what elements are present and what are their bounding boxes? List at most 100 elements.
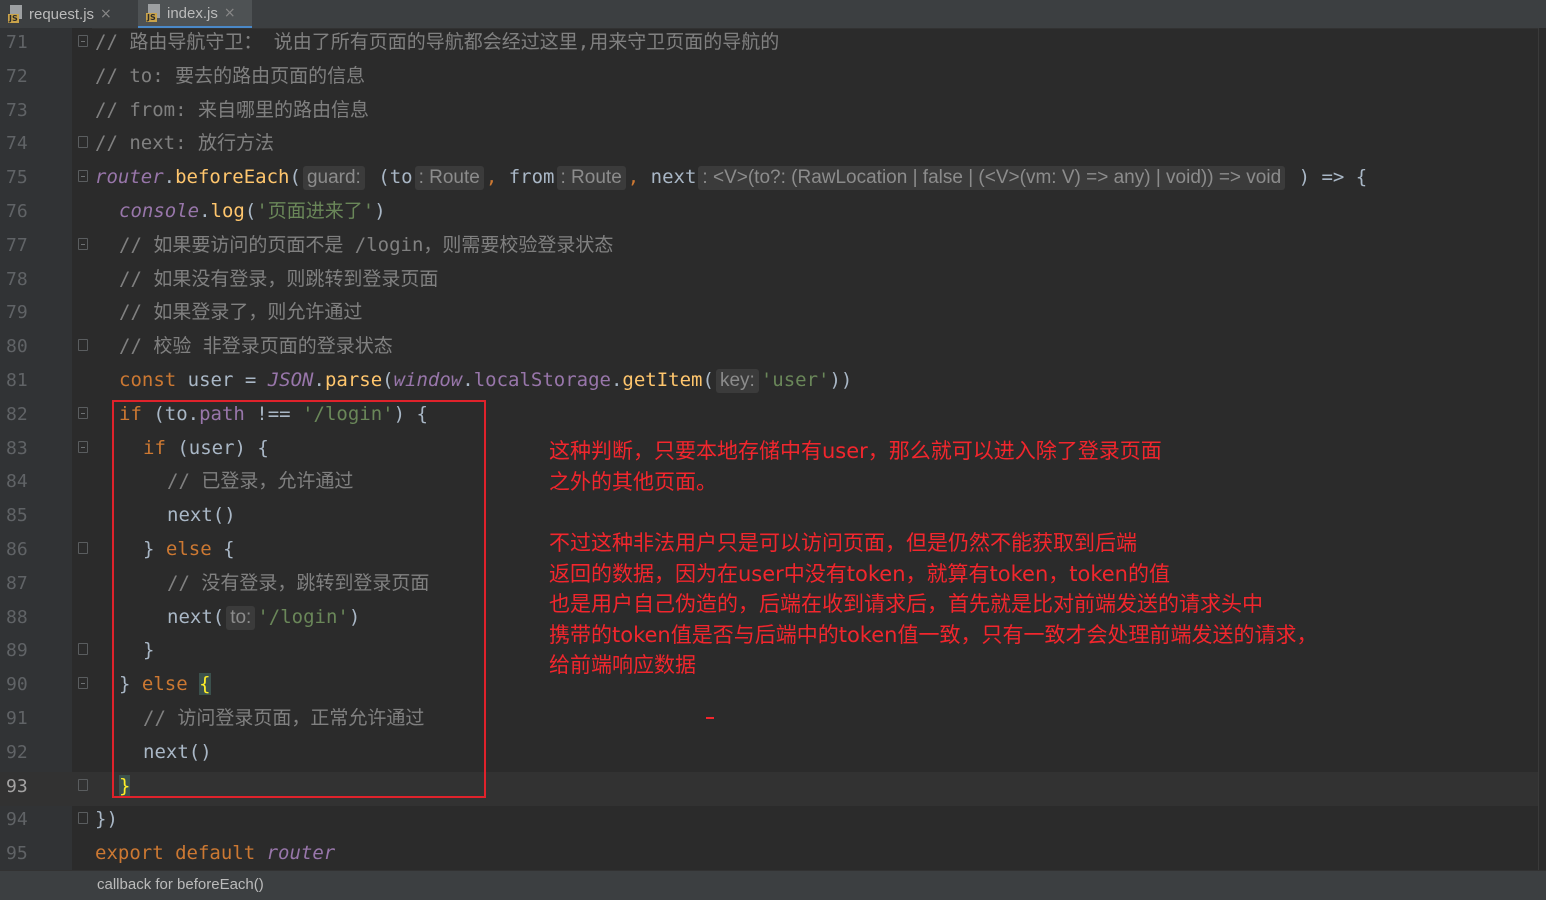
fold-marker-icon[interactable] bbox=[78, 406, 88, 419]
highlight-box bbox=[112, 400, 486, 798]
code-token: (to bbox=[366, 166, 413, 189]
code-token: // next: 放行方法 bbox=[95, 132, 274, 155]
line-number[interactable]: 83 bbox=[6, 434, 46, 468]
code-line[interactable]: 79 // 如果登录了，则允许通过 bbox=[0, 298, 1538, 332]
code-token: const bbox=[119, 369, 188, 391]
code-text: // 校验 非登录页面的登录状态 bbox=[119, 332, 393, 366]
line-number[interactable]: 88 bbox=[6, 603, 46, 637]
inlay-hint: : Route bbox=[556, 166, 626, 191]
line-number[interactable]: 79 bbox=[6, 298, 46, 332]
line-number[interactable]: 85 bbox=[6, 501, 46, 535]
fold-marker-icon[interactable] bbox=[78, 136, 88, 149]
code-token: router bbox=[266, 842, 336, 865]
code-line[interactable]: 74 // next: 放行方法 bbox=[0, 129, 1538, 163]
code-token: beforeEach bbox=[175, 166, 290, 189]
fold-marker-icon[interactable] bbox=[78, 778, 88, 791]
code-token: log bbox=[210, 200, 245, 222]
code-text: // 路由导航守卫： 说由了所有页面的导航都会经过这里,用来守卫页面的导航的 bbox=[95, 28, 779, 62]
code-token: , bbox=[485, 166, 509, 189]
fold-marker-icon[interactable] bbox=[78, 542, 88, 554]
line-number[interactable]: 75 bbox=[6, 163, 46, 197]
tab-request-js[interactable]: JS request.js × bbox=[0, 0, 130, 28]
code-token: ( bbox=[382, 369, 394, 391]
code-token: // from: 来自哪里的路由信息 bbox=[95, 98, 369, 121]
code-text: // 如果没有登录，则跳转到登录页面 bbox=[119, 265, 438, 299]
code-token: ( bbox=[289, 166, 301, 189]
code-line[interactable]: 78 // 如果没有登录，则跳转到登录页面 bbox=[0, 265, 1538, 299]
line-number[interactable]: 74 bbox=[6, 129, 46, 163]
inlay-hint: key: bbox=[715, 369, 759, 393]
fold-marker-icon[interactable] bbox=[78, 237, 88, 250]
vertical-scrollbar[interactable] bbox=[1538, 28, 1546, 870]
fold-marker-icon[interactable] bbox=[78, 170, 88, 183]
code-token: // 如果登录了，则允许通过 bbox=[119, 301, 363, 324]
line-number[interactable]: 87 bbox=[6, 569, 46, 603]
code-token: // to: 要去的路由页面的信息 bbox=[95, 64, 366, 87]
line-number[interactable]: 90 bbox=[6, 670, 46, 704]
line-number[interactable]: 71 bbox=[6, 28, 46, 62]
code-text: }) bbox=[95, 805, 118, 839]
line-number[interactable]: 89 bbox=[6, 636, 46, 670]
code-line[interactable]: 81 const user = JSON.parse(window.localSt… bbox=[0, 366, 1538, 400]
code-line[interactable]: 80 // 校验 非登录页面的登录状态 bbox=[0, 332, 1538, 366]
code-token: ) => { bbox=[1287, 166, 1368, 189]
editor-tab-bar: JS request.js × JS index.js × bbox=[0, 0, 1546, 29]
code-token: ( bbox=[702, 369, 714, 391]
close-icon[interactable]: × bbox=[100, 6, 112, 22]
fold-marker-icon[interactable] bbox=[78, 440, 88, 453]
code-line[interactable]: 72 // to: 要去的路由页面的信息 bbox=[0, 62, 1538, 96]
code-token: router bbox=[95, 166, 164, 189]
line-number[interactable]: 80 bbox=[6, 332, 46, 366]
code-token: // 路由导航守卫： 说由了所有页面的导航都会经过这里,用来守卫页面的导航的 bbox=[95, 31, 780, 53]
line-number[interactable]: 92 bbox=[6, 738, 46, 772]
code-token: // 如果没有登录，则跳转到登录页面 bbox=[119, 267, 439, 290]
code-line[interactable]: 75 router.beforeEach(guard: (to: Route, f… bbox=[0, 163, 1538, 197]
line-number[interactable]: 77 bbox=[6, 231, 46, 265]
line-number[interactable]: 93 bbox=[6, 772, 46, 806]
code-text: console.log('页面进来了') bbox=[119, 197, 386, 231]
line-number[interactable]: 73 bbox=[6, 96, 46, 130]
line-number[interactable]: 95 bbox=[6, 839, 46, 873]
code-text: // to: 要去的路由页面的信息 bbox=[95, 62, 365, 96]
inlay-hint: : <V>(to?: (RawLocation | false | (<V>(v… bbox=[698, 166, 1286, 191]
code-text: export default router bbox=[95, 839, 335, 873]
line-number[interactable]: 84 bbox=[6, 467, 46, 501]
code-token: getItem bbox=[622, 369, 703, 391]
code-line[interactable]: 76 console.log('页面进来了') bbox=[0, 197, 1538, 231]
code-line[interactable]: 94}) bbox=[0, 805, 1538, 839]
fold-marker-icon[interactable] bbox=[78, 812, 88, 825]
fold-marker-icon[interactable] bbox=[78, 339, 88, 352]
code-token: localStorage bbox=[473, 369, 611, 391]
line-number[interactable]: 94 bbox=[6, 805, 46, 839]
code-token: parse bbox=[324, 369, 383, 391]
code-line[interactable]: 73 // from: 来自哪里的路由信息 bbox=[0, 96, 1538, 130]
fold-marker-icon[interactable] bbox=[78, 677, 88, 690]
code-text: // 如果要访问的页面不是 /login，则需要校验登录状态 bbox=[119, 231, 613, 265]
code-token: JSON bbox=[267, 369, 314, 391]
code-text: // from: 来自哪里的路由信息 bbox=[95, 96, 369, 130]
tab-label: index.js bbox=[167, 4, 218, 22]
tab-index-js[interactable]: JS index.js × bbox=[138, 0, 252, 28]
status-bar: callback for beforeEach() bbox=[0, 870, 1546, 900]
code-token: , bbox=[627, 166, 651, 189]
code-token: }) bbox=[95, 808, 118, 831]
code-line[interactable]: 77 // 如果要访问的页面不是 /login，则需要校验登录状态 bbox=[0, 231, 1538, 265]
line-number[interactable]: 82 bbox=[6, 400, 46, 434]
line-number[interactable]: 72 bbox=[6, 62, 46, 96]
line-number[interactable]: 76 bbox=[6, 197, 46, 231]
code-text: const user = JSON.parse(window.localStor… bbox=[119, 366, 852, 400]
code-token: . bbox=[313, 369, 325, 391]
code-line[interactable]: 71 // 路由导航守卫： 说由了所有页面的导航都会经过这里,用来守卫页面的导航的 bbox=[0, 28, 1538, 62]
code-token: user = bbox=[187, 369, 268, 391]
code-token: ( bbox=[244, 200, 257, 222]
line-number[interactable]: 91 bbox=[6, 704, 46, 738]
line-number[interactable]: 86 bbox=[6, 535, 46, 569]
fold-marker-icon[interactable] bbox=[78, 643, 88, 656]
annotation-paragraph-1: 这种判断，只要本地存储中有user，那么就可以进入除了登录页面 之外的其他页面。 bbox=[549, 439, 1162, 494]
line-number[interactable]: 78 bbox=[6, 265, 46, 299]
line-number[interactable]: 81 bbox=[6, 366, 46, 400]
code-line[interactable]: 95 export default router bbox=[0, 839, 1538, 873]
code-token: window bbox=[393, 369, 463, 391]
fold-marker-icon[interactable] bbox=[78, 35, 88, 47]
close-icon[interactable]: × bbox=[224, 5, 236, 21]
